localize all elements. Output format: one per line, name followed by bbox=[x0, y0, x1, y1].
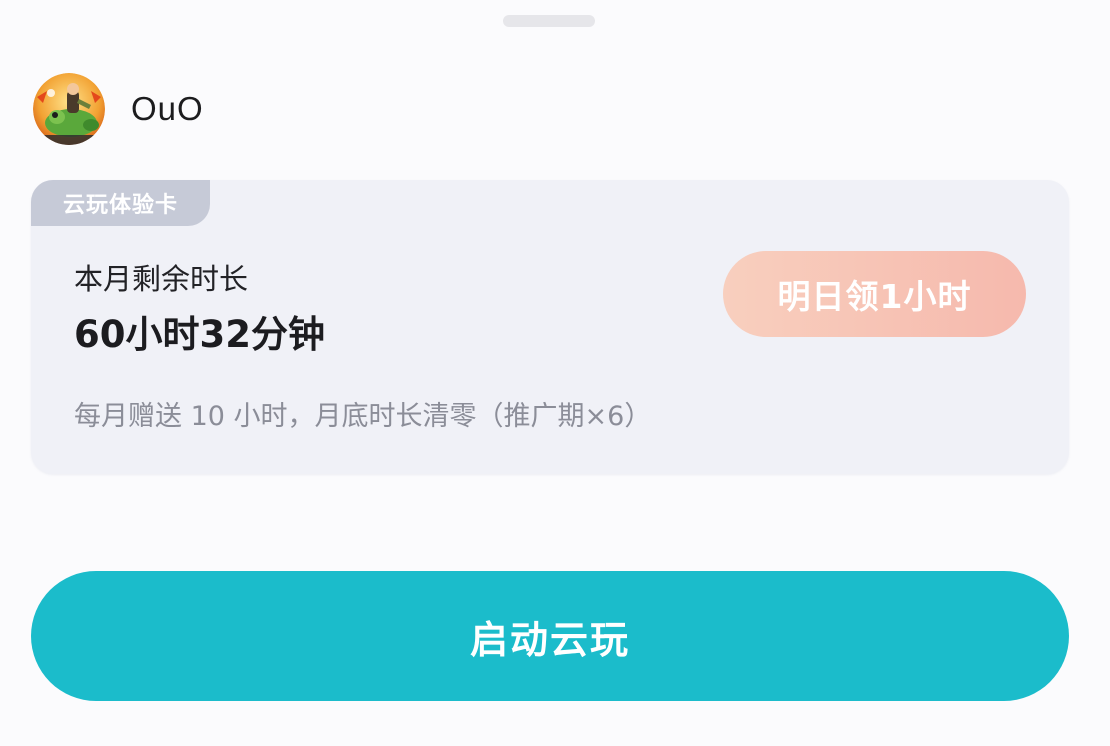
remaining-time-value: 60小时32分钟 bbox=[74, 313, 325, 356]
claim-tomorrow-button[interactable]: 明日领1小时 bbox=[723, 251, 1026, 337]
cloud-play-trial-card: 云玩体验卡 本月剩余时长 60小时32分钟 明日领1小时 每月赠送 10 小时，… bbox=[31, 180, 1069, 474]
card-type-tag: 云玩体验卡 bbox=[31, 180, 210, 226]
sheet-drag-handle[interactable] bbox=[503, 15, 595, 27]
username: OuO bbox=[131, 90, 204, 127]
user-avatar bbox=[33, 73, 105, 145]
remaining-time-label: 本月剩余时长 bbox=[74, 262, 249, 296]
monthly-gift-note: 每月赠送 10 小时，月底时长清零（推广期×6） bbox=[74, 401, 652, 432]
user-info-row: OuO bbox=[33, 73, 204, 145]
launch-cloud-play-button[interactable]: 启动云玩 bbox=[31, 571, 1069, 701]
